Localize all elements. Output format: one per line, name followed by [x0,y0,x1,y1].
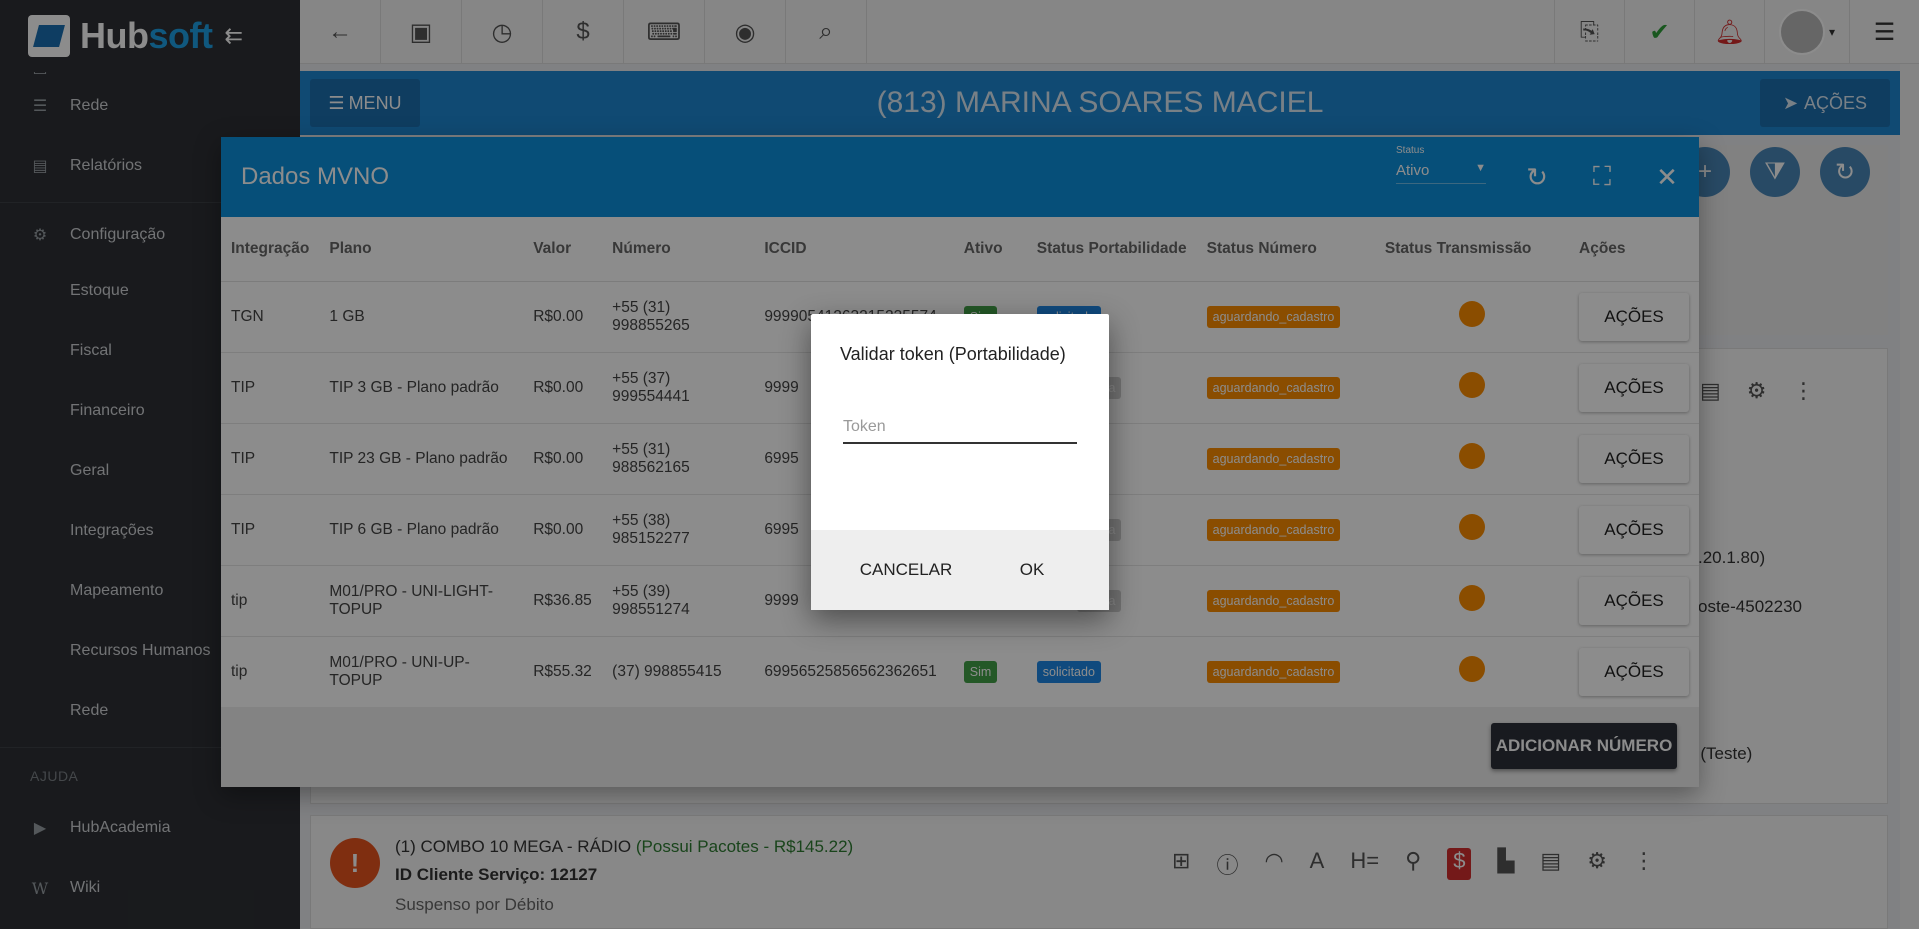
ok-button[interactable]: OK [1007,550,1057,590]
dialog-title: Validar token (Portabilidade) [840,344,1066,364]
validate-token-dialog: Validar token (Portabilidade) CANCELAR O… [811,314,1109,610]
cancel-button[interactable]: CANCELAR [851,550,961,590]
dialog-actions: CANCELAR OK [811,530,1109,610]
token-input[interactable] [843,412,1077,444]
